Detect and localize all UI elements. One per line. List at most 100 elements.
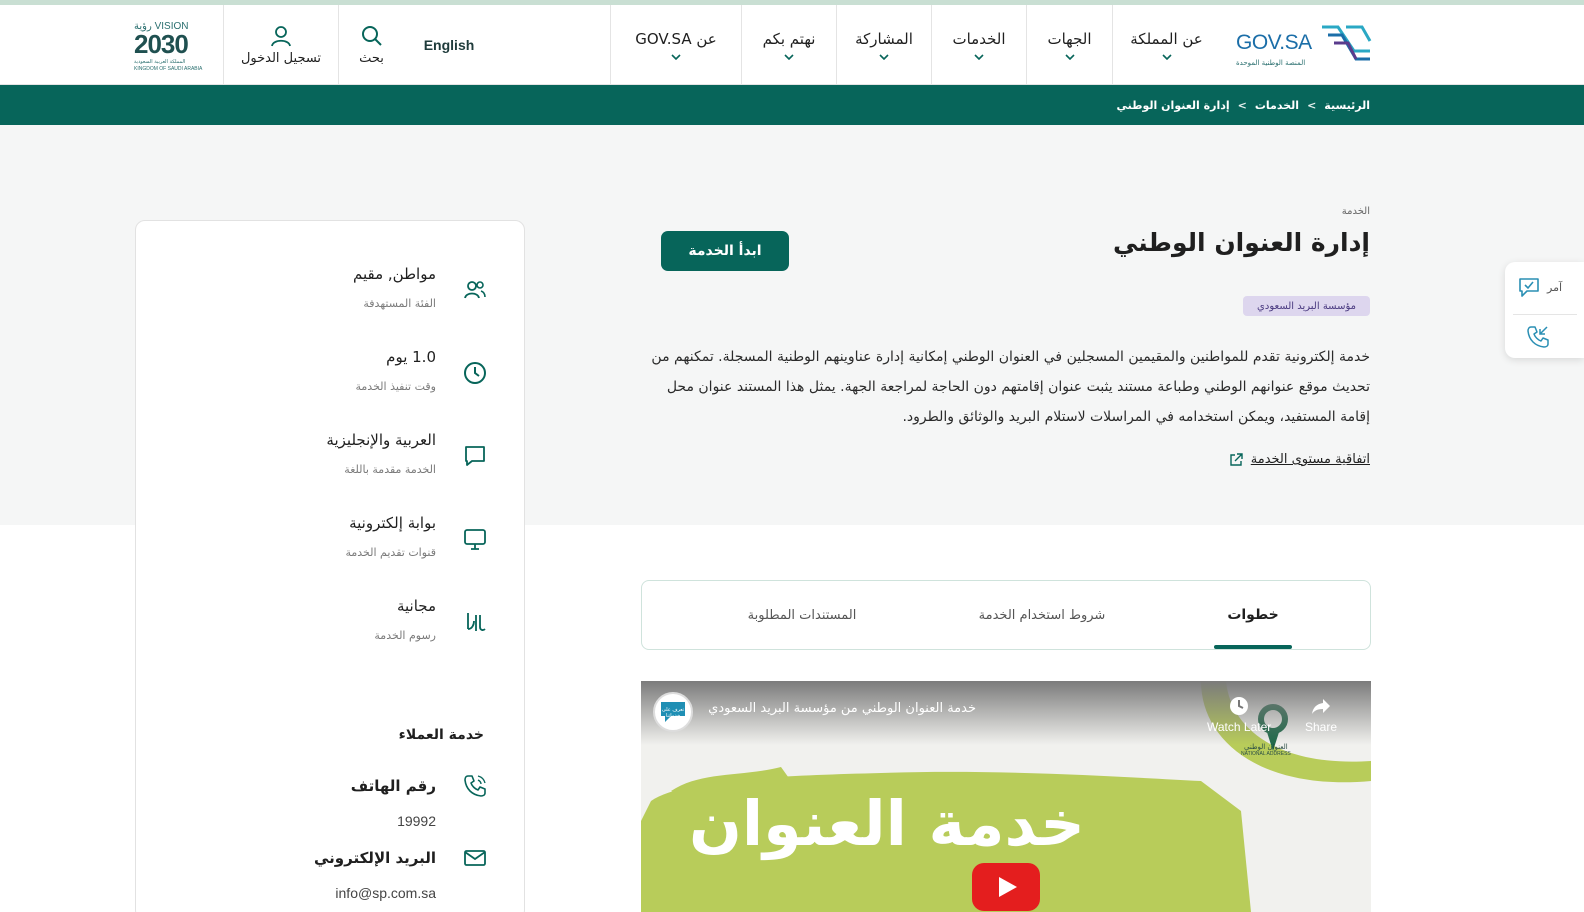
video-embed[interactable]: تعرف على خدماتنا خدمة العنوان الوطني من … bbox=[641, 681, 1371, 912]
customer-phone[interactable]: رقم الهاتف bbox=[158, 773, 488, 803]
external-link-icon bbox=[1230, 452, 1243, 466]
info-fees: مجانية رسوم الخدمة bbox=[158, 597, 488, 657]
watch-later-label: Watch Later bbox=[1207, 720, 1272, 734]
info-target-audience: مواطن, مقيم الفئة المستهدفة bbox=[158, 265, 488, 325]
nav-label: نهتم بكم bbox=[762, 30, 816, 48]
nav-label: الخدمات bbox=[952, 30, 1006, 48]
vision-subtitle: المملكة العربية السعودية bbox=[134, 59, 186, 65]
login-label: تسجيل الدخول bbox=[240, 50, 322, 66]
phone-icon bbox=[464, 775, 486, 797]
breadcrumb-home[interactable]: الرئيسية bbox=[1324, 99, 1370, 112]
callback-button[interactable] bbox=[1525, 324, 1551, 354]
nav-about-govsa[interactable]: عن GOV.SA bbox=[610, 5, 741, 85]
mail-icon bbox=[464, 850, 486, 866]
logo-subtitle: المنصة الوطنية الموحدة bbox=[1236, 59, 1306, 67]
chevron-down-icon bbox=[1064, 54, 1075, 60]
customer-service-title: خدمة العملاء bbox=[398, 727, 484, 743]
sla-link-label: اتفاقية مستوى الخدمة bbox=[1250, 452, 1370, 467]
chevron-down-icon bbox=[784, 54, 794, 60]
agency-badge[interactable]: مؤسسة البريد السعودي bbox=[1243, 296, 1370, 316]
tab-terms[interactable]: شروط استخدام الخدمة bbox=[942, 581, 1142, 649]
nav-services[interactable]: الخدمات bbox=[931, 5, 1026, 85]
search-label: بحث bbox=[359, 50, 384, 66]
video-overlay-text: خدمة العنوان bbox=[689, 787, 1085, 860]
nav-label: الجهات bbox=[1047, 30, 1092, 48]
info-value: مجانية bbox=[396, 597, 436, 615]
vision-2030-logo: VISION رؤية 2030 المملكة العربية السعودي… bbox=[134, 21, 214, 75]
nav-we-care[interactable]: نهتم بكم bbox=[741, 5, 836, 85]
widget-divider bbox=[1513, 314, 1577, 315]
info-duration: 1.0 يوم وقت تنفيذ الخدمة bbox=[158, 348, 488, 408]
email-label: البريد الإلكتروني bbox=[314, 849, 436, 867]
info-value: بوابة إلكترونية bbox=[349, 514, 436, 532]
search-icon bbox=[361, 25, 382, 46]
share-icon bbox=[1312, 699, 1331, 714]
clock-icon bbox=[464, 362, 486, 384]
info-caption: الخدمة مقدمة باللغة bbox=[344, 463, 436, 476]
chevron-down-icon bbox=[974, 54, 984, 60]
info-caption: الفئة المستهدفة bbox=[363, 297, 436, 310]
breadcrumb-services[interactable]: الخدمات bbox=[1255, 99, 1299, 112]
breadcrumb-bar: الرئيسية > الخدمات > إدارة العنوان الوطن… bbox=[0, 85, 1584, 125]
brand-english: NATIONAL ADDRESS bbox=[1241, 751, 1291, 757]
users-icon bbox=[464, 281, 486, 299]
chevron-down-icon bbox=[1161, 54, 1172, 60]
service-kicker: الخدمة bbox=[1341, 206, 1370, 217]
govsa-logo[interactable]: GOV.SA المنصة الوطنية الموحدة bbox=[1236, 21, 1376, 71]
vision-year: 2030 bbox=[134, 29, 189, 59]
vision-subtitle-en: KINGDOM OF SAUDI ARABIA bbox=[134, 66, 203, 72]
amer-label: آمر bbox=[1547, 280, 1563, 294]
info-value: العربية والإنجليزية bbox=[326, 431, 436, 449]
national-address-logo: العنوان الوطني NATIONAL ADDRESS bbox=[1241, 743, 1291, 757]
chevron-down-icon bbox=[671, 54, 681, 60]
site-header: GOV.SA المنصة الوطنية الموحدة عن المملكة… bbox=[0, 5, 1584, 85]
info-channels: بوابة إلكترونية قنوات تقديم الخدمة bbox=[158, 514, 488, 574]
phone-callback-icon bbox=[1527, 326, 1549, 348]
govsa-logo-icon bbox=[1322, 25, 1372, 61]
user-icon bbox=[271, 25, 291, 46]
phone-number[interactable]: 19992 bbox=[397, 813, 436, 829]
brand-arabic: العنوان الوطني bbox=[1244, 743, 1288, 751]
breadcrumb: الرئيسية > الخدمات > إدارة العنوان الوطن… bbox=[1117, 85, 1370, 125]
breadcrumb-separator: > bbox=[1237, 98, 1247, 112]
phone-label: رقم الهاتف bbox=[350, 777, 436, 795]
nav-about-kingdom[interactable]: عن المملكة bbox=[1112, 5, 1220, 85]
language-toggle[interactable]: English bbox=[404, 5, 494, 85]
info-value: مواطن, مقيم bbox=[353, 265, 436, 283]
tab-steps[interactable]: خطوات bbox=[1214, 581, 1292, 649]
clock-icon bbox=[1230, 697, 1249, 715]
video-title[interactable]: خدمة العنوان الوطني من مؤسسة البريد السع… bbox=[708, 701, 976, 716]
monitor-icon bbox=[464, 529, 486, 550]
nav-label: عن المملكة bbox=[1130, 30, 1203, 48]
customer-email[interactable]: البريد الإلكتروني bbox=[158, 845, 488, 875]
logo-text: GOV.SA bbox=[1236, 31, 1312, 54]
login-button[interactable]: تسجيل الدخول bbox=[223, 5, 338, 85]
info-language: العربية والإنجليزية الخدمة مقدمة باللغة bbox=[158, 431, 488, 491]
info-value: 1.0 يوم bbox=[386, 348, 436, 366]
watch-later-button[interactable]: Watch Later bbox=[1207, 695, 1271, 734]
start-service-button[interactable]: ابدأ الخدمة bbox=[661, 231, 789, 271]
nav-label: عن GOV.SA bbox=[635, 30, 717, 48]
play-button[interactable] bbox=[972, 863, 1040, 911]
amer-chat-button[interactable]: آمر bbox=[1517, 276, 1562, 298]
riyal-icon bbox=[467, 613, 486, 631]
info-caption: قنوات تقديم الخدمة bbox=[345, 546, 436, 559]
breadcrumb-separator: > bbox=[1307, 98, 1317, 112]
tab-required-documents[interactable]: المستندات المطلوبة bbox=[702, 581, 902, 649]
service-tabs: خطوات شروط استخدام الخدمة المستندات المط… bbox=[641, 580, 1371, 650]
breadcrumb-current: إدارة العنوان الوطني bbox=[1116, 98, 1230, 112]
search-button[interactable]: بحث bbox=[338, 5, 404, 85]
share-button[interactable]: Share bbox=[1305, 695, 1337, 734]
channel-label: تعرف على خدماتنا bbox=[661, 707, 685, 719]
email-address[interactable]: info@sp.com.sa bbox=[335, 885, 436, 901]
chat-bubble-icon bbox=[465, 446, 485, 466]
info-caption: وقت تنفيذ الخدمة bbox=[355, 380, 436, 393]
chat-icon bbox=[1519, 278, 1539, 297]
nav-entities[interactable]: الجهات bbox=[1026, 5, 1112, 85]
share-label: Share bbox=[1305, 720, 1338, 734]
service-description: خدمة إلكترونية تقدم للمواطنين والمقيمين … bbox=[651, 349, 1370, 425]
nav-participation[interactable]: المشاركة bbox=[836, 5, 931, 85]
floating-assistant-widget: آمر bbox=[1505, 262, 1584, 358]
chevron-down-icon bbox=[879, 54, 889, 60]
sla-link[interactable]: اتفاقية مستوى الخدمة bbox=[1229, 452, 1370, 467]
